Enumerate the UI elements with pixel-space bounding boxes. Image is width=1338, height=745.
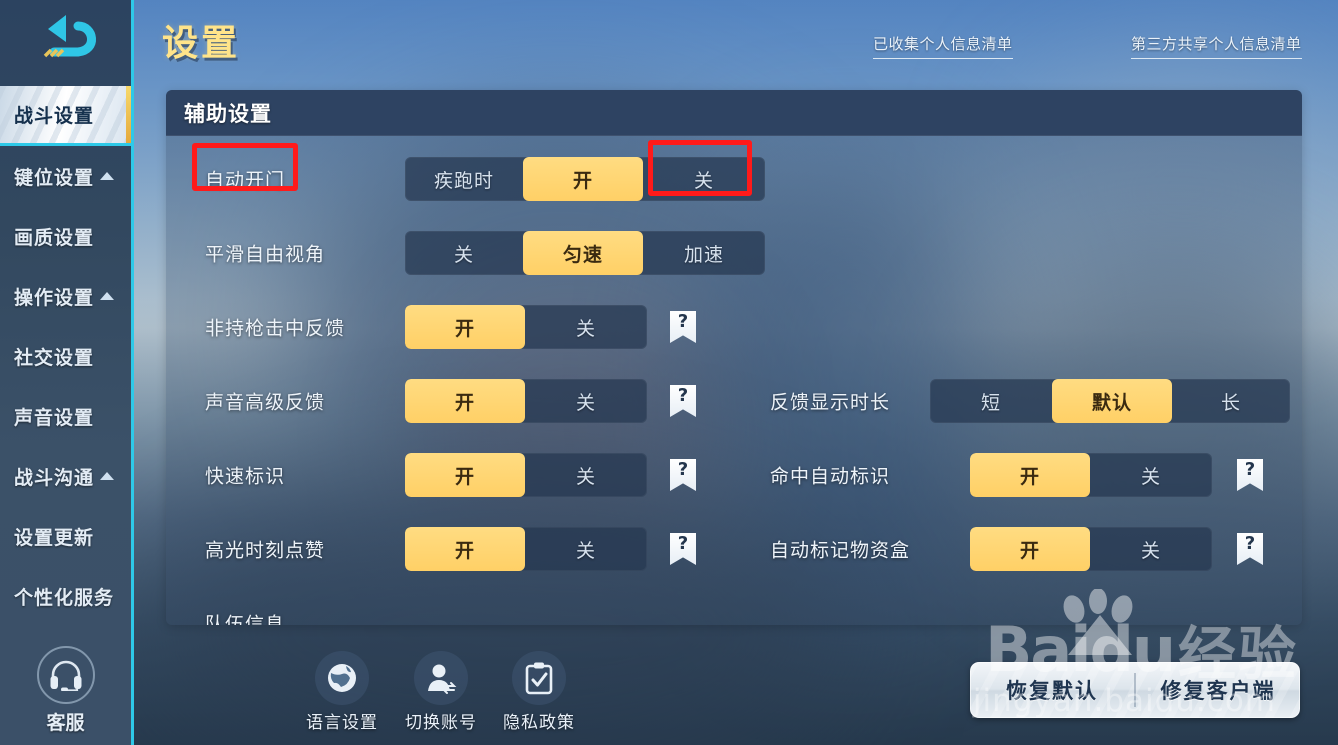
repair-client-button[interactable]: 修复客户端	[1136, 675, 1300, 705]
segment-option[interactable]: 短	[930, 379, 1052, 423]
sidebar-item-4[interactable]: 社交设置	[0, 326, 131, 386]
bottom-bar: 语言设置 切换账号 隐私政策 恢复默认 修复客户端	[134, 632, 1338, 745]
setting-label: 反馈显示时长	[770, 392, 891, 414]
help-icon[interactable]: ?	[670, 311, 696, 343]
sidebar-item-8[interactable]: 个性化服务	[0, 566, 131, 626]
segment-option[interactable]: 开	[523, 157, 643, 201]
setting-label: 命中自动标识	[770, 466, 891, 488]
action-buttons: 恢复默认 修复客户端	[970, 662, 1300, 718]
sidebar: 战斗设置键位设置画质设置操作设置社交设置声音设置战斗沟通设置更新个性化服务 客服	[0, 0, 134, 745]
segment-option[interactable]: 开	[970, 527, 1090, 571]
segmented-control: 开关	[970, 527, 1212, 571]
chevron-up-icon	[100, 172, 114, 180]
headset-icon	[36, 646, 95, 704]
sidebar-item-label: 社交设置	[14, 347, 95, 369]
sidebar-item-3[interactable]: 操作设置	[0, 266, 131, 326]
sidebar-item-label: 键位设置	[14, 167, 95, 189]
bottom-icon-privacy-policy[interactable]: 隐私政策	[493, 651, 585, 733]
switch-account-icon	[414, 651, 468, 705]
help-icon[interactable]: ?	[1237, 459, 1263, 491]
bottom-icon-label: 语言设置	[306, 713, 378, 732]
settings-panel: 辅助设置 自动开门 疾跑时开关平滑自由视角关匀速 加速 非持枪击中反馈开关? 声音高级反…	[166, 90, 1302, 625]
bottom-icon-label: 切换账号	[405, 713, 477, 732]
link-collected-personal-info[interactable]: 已收集个人信息清单	[873, 33, 1013, 59]
chevron-up-icon	[100, 292, 114, 300]
segmented-control: 开关	[970, 453, 1212, 497]
game-settings-screen: 战斗设置键位设置画质设置操作设置社交设置声音设置战斗沟通设置更新个性化服务 客服…	[0, 0, 1338, 745]
setting-label: 自动标记物资盒	[770, 540, 911, 562]
sidebar-item-label: 操作设置	[14, 287, 95, 309]
sidebar-item-7[interactable]: 设置更新	[0, 506, 131, 566]
settings-row: 反馈显示时长 短默认长	[166, 364, 1302, 438]
sidebar-menu: 战斗设置键位设置画质设置操作设置社交设置声音设置战斗沟通设置更新个性化服务	[0, 86, 131, 626]
settings-row: 队伍信息	[166, 586, 1302, 626]
segmented-control: 疾跑时开关	[405, 157, 765, 201]
restore-default-button[interactable]: 恢复默认	[970, 675, 1134, 705]
segmented-control: 短默认长	[930, 379, 1290, 423]
setting-label: 自动开门	[205, 170, 286, 192]
settings-row: 平滑自由视角 关匀速 加速	[166, 216, 1302, 290]
segmented-control: 关匀速 加速	[405, 231, 765, 275]
link-third-party-shared-info[interactable]: 第三方共享个人信息清单	[1131, 33, 1302, 59]
bottom-icon-switch-account[interactable]: 切换账号	[395, 651, 487, 733]
segment-option[interactable]: 加速	[643, 231, 765, 275]
segment-option[interactable]: 匀速	[523, 231, 643, 275]
settings-row: 命中自动标识 开关?	[166, 438, 1302, 512]
sidebar-item-1[interactable]: 键位设置	[0, 146, 131, 206]
settings-row: 自动标记物资盒 开关?	[166, 512, 1302, 586]
settings-row: 非持枪击中反馈 开关?	[166, 290, 1302, 364]
settings-row: 自动开门 疾跑时开关	[166, 142, 1302, 216]
bottom-icon-label: 隐私政策	[503, 713, 575, 732]
top-links: 已收集个人信息清单 第三方共享个人信息清单	[0, 33, 1338, 63]
setting-label: 平滑自由视角	[205, 244, 326, 266]
sidebar-item-customer-service[interactable]: 客服	[0, 646, 131, 735]
segment-option[interactable]: 开	[405, 305, 525, 349]
segment-option[interactable]: 关	[643, 157, 765, 201]
segment-option[interactable]: 开	[970, 453, 1090, 497]
sidebar-item-6[interactable]: 战斗沟通	[0, 446, 131, 506]
sidebar-item-5[interactable]: 声音设置	[0, 386, 131, 446]
segment-option[interactable]: 关	[1090, 453, 1212, 497]
sidebar-item-0[interactable]: 战斗设置	[0, 86, 131, 146]
sidebar-item-label: 画质设置	[14, 227, 95, 249]
segment-option[interactable]: 关	[405, 231, 523, 275]
settings-rows: 自动开门 疾跑时开关平滑自由视角关匀速 加速 非持枪击中反馈开关? 声音高级反馈开关? 快…	[166, 136, 1302, 625]
setting-label: 队伍信息	[205, 614, 286, 626]
help-icon[interactable]: ?	[1237, 533, 1263, 565]
segmented-control: 开关	[405, 305, 647, 349]
sidebar-item-2[interactable]: 画质设置	[0, 206, 131, 266]
clipboard-check-icon	[512, 651, 566, 705]
panel-title: 辅助设置	[184, 102, 272, 126]
segment-option[interactable]: 疾跑时	[405, 157, 523, 201]
sidebar-item-label: 个性化服务	[14, 587, 115, 609]
sidebar-item-label: 战斗沟通	[14, 467, 95, 489]
chevron-up-icon	[100, 472, 114, 480]
segment-option[interactable]: 关	[525, 305, 647, 349]
sidebar-item-label: 战斗设置	[14, 106, 95, 127]
sidebar-item-label: 声音设置	[14, 407, 95, 429]
customer-service-label: 客服	[46, 713, 85, 734]
sidebar-item-label: 设置更新	[14, 527, 95, 549]
segment-option[interactable]: 默认	[1052, 379, 1172, 423]
setting-label: 非持枪击中反馈	[205, 318, 346, 340]
panel-header: 辅助设置	[166, 90, 1302, 136]
globe-icon	[315, 651, 369, 705]
segment-option[interactable]: 长	[1172, 379, 1290, 423]
bottom-icon-language[interactable]: 语言设置	[296, 651, 388, 733]
segment-option[interactable]: 关	[1090, 527, 1212, 571]
